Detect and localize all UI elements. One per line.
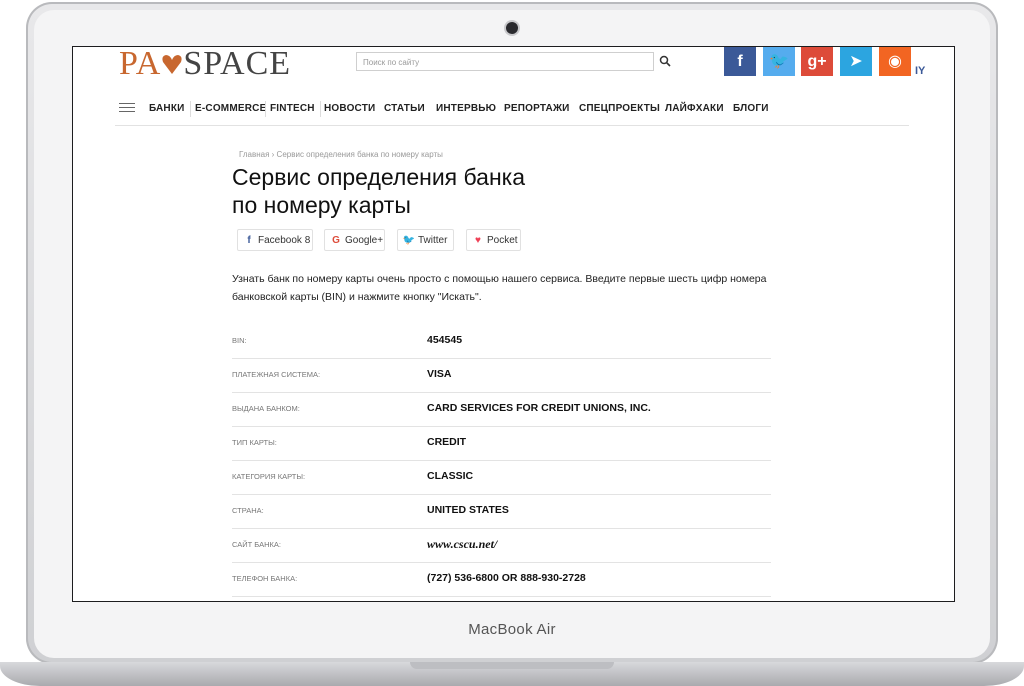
info-label: Сайт банка: [232,540,281,549]
share-button-google-plus[interactable]: G Google+ [324,229,385,251]
menu-icon[interactable] [119,103,135,115]
info-value: (727) 536-6800 OR 888-930-2728 [427,572,586,584]
rss-icon[interactable]: ◉ [879,47,911,76]
main-nav: БАНКИ E-COMMERCE FINTECH НОВОСТИ СТАТЬИ ИНТЕР… [115,93,909,126]
google-plus-icon: G [332,235,340,246]
nav-separator [190,101,191,117]
bank-info-table: BIN: 454545 Платежная система: VISA Выдана б… [232,325,771,597]
nav-separator [265,101,266,117]
info-label: Категория карты: [232,472,306,481]
table-row: Тип карты: CREDIT [232,427,771,461]
share-button-facebook[interactable]: f Facebook 8 [237,229,313,251]
info-label: Выдана банком: [232,404,300,413]
share-button-label: Pocket [487,235,518,246]
info-label: Тип карты: [232,438,277,447]
page-title-line2: по номеру карты [232,192,411,218]
info-label: BIN: [232,336,247,345]
table-row: Платежная система: VISA [232,359,771,393]
google-plus-icon[interactable]: g+ [801,47,833,76]
info-label: Платежная система: [232,370,321,379]
share-button-pocket[interactable]: ♥ Pocket [466,229,521,251]
bank-site-link[interactable]: www.cscu.net/ [427,537,497,552]
logo-heart-icon [162,55,182,74]
social-cut-text: IY [915,65,926,77]
info-value: CLASSIC [427,470,474,482]
nav-separator [320,101,321,117]
search-input[interactable]: Поиск по сайту [356,52,654,71]
site-logo[interactable]: PA SPACE [119,47,291,81]
nav-item-9[interactable]: БЛОГИ [733,93,769,125]
facebook-icon[interactable]: f [724,47,756,76]
nav-item-8[interactable]: ЛАЙФХАКИ [665,93,724,125]
table-row: Категория карты: CLASSIC [232,461,771,495]
info-label: Страна: [232,506,264,515]
nav-item-0[interactable]: БАНКИ [149,93,185,125]
page-title: Сервис определения банка по номеру карты [232,163,592,219]
browser-screen: PA SPACE Поиск по сайту f 🐦 g+ ➤ ◉ IY БАНКИ E-… [72,46,955,602]
intro-text: Узнать банк по номеру карты очень просто… [232,273,767,303]
page-title-line1: Сервис определения банка [232,164,526,190]
laptop-base-notch [410,662,614,669]
share-button-twitter[interactable]: 🐦 Twitter [397,229,454,251]
table-row: Сайт банка: www.cscu.net/ [232,529,771,563]
table-row: Страна: UNITED STATES [232,495,771,529]
table-row: BIN: 454545 [232,325,771,359]
facebook-icon: f [247,235,251,246]
nav-item-7[interactable]: СПЕЦПРОЕКТЫ [579,93,660,125]
info-value: CARD SERVICES FOR CREDIT UNIONS, INC. [427,402,651,414]
telegram-icon[interactable]: ➤ [840,47,872,76]
device-brand-label: MacBook Air [468,621,556,638]
logo-part1: PA [119,46,162,82]
info-value: UNITED STATES [427,504,509,516]
twitter-icon[interactable]: 🐦 [763,47,795,76]
table-row: Выдана банком: CARD SERVICES FOR CREDIT U… [232,393,771,427]
search-icon[interactable] [659,55,671,67]
info-value: 454545 [427,334,463,346]
pocket-icon: ♥ [475,235,481,246]
nav-item-1[interactable]: E-COMMERCE [195,93,266,125]
nav-item-4[interactable]: СТАТЬИ [384,93,425,125]
info-value: VISA [427,368,452,380]
logo-part2: SPACE [183,46,292,82]
nav-item-5[interactable]: ИНТЕРВЬЮ [436,93,496,125]
nav-item-6[interactable]: РЕПОРТАЖИ [504,93,570,125]
info-value: CREDIT [427,436,467,448]
twitter-icon: 🐦 [402,235,416,246]
breadcrumb[interactable]: Главная › Сервис определения банка по но… [239,150,443,159]
share-button-label: Twitter [418,235,448,246]
table-row: Телефон банка: (727) 536-6800 OR 888-930-… [232,563,771,597]
nav-item-3[interactable]: НОВОСТИ [324,93,375,125]
camera-icon [506,22,518,34]
info-label: Телефон банка: [232,574,298,583]
nav-item-2[interactable]: FINTECH [270,93,315,125]
share-button-label: Google+ [345,235,384,246]
share-button-label: Facebook 8 [258,235,311,246]
